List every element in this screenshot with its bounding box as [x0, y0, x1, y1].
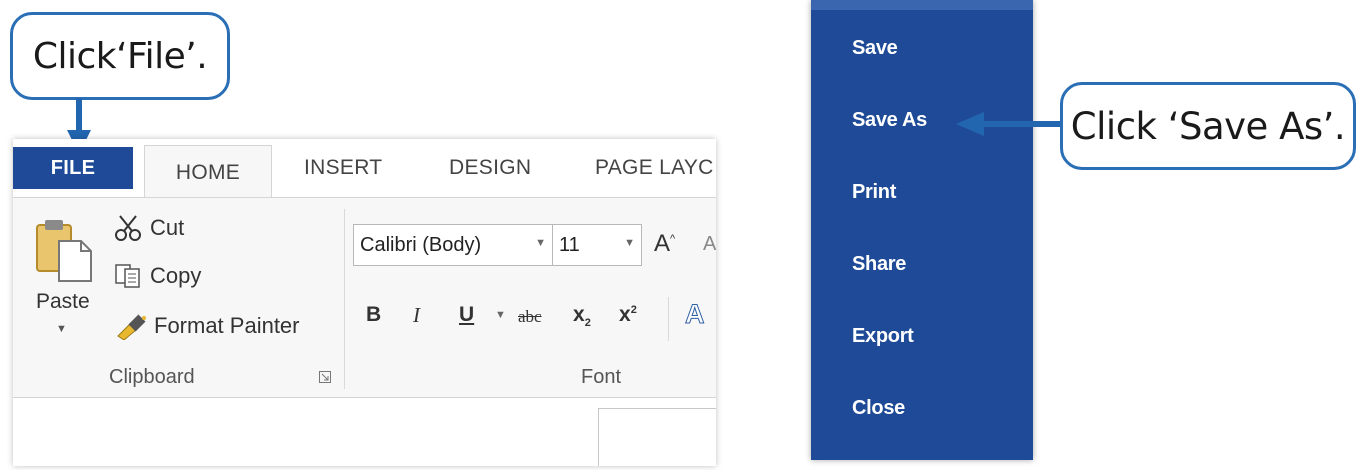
menu-item-export[interactable]: Export [852, 325, 914, 348]
tab-design[interactable]: DESIGN [449, 139, 531, 197]
group-divider [344, 209, 345, 389]
font-name-value: Calibri (Body) [360, 233, 482, 256]
tab-home[interactable]: HOME [144, 145, 272, 199]
cut-button[interactable]: Cut [114, 214, 184, 242]
italic-button[interactable]: I [413, 303, 420, 328]
grow-font-label: A [654, 230, 671, 257]
underline-button[interactable]: U [459, 303, 474, 327]
callout-click-file: Click‘File’. [10, 12, 230, 100]
superscript-button[interactable]: x2 [619, 303, 637, 327]
grow-font-button[interactable]: A^ [654, 230, 675, 258]
dropdown-arrow-icon: ▼ [535, 237, 546, 249]
dropdown-arrow-icon[interactable]: ▼ [56, 323, 67, 335]
scissors-icon [115, 215, 141, 241]
copy-button[interactable]: Copy [114, 263, 201, 289]
callout-click-save-as: Click ‘Save As’. [1060, 82, 1356, 170]
subscript-button[interactable]: x2 [573, 303, 591, 329]
tab-file[interactable]: FILE [13, 147, 133, 189]
menu-item-share[interactable]: Share [852, 253, 906, 276]
callout-file-text: Click‘File’. [32, 35, 208, 77]
ribbon-tab-bar: FILE HOME INSERT DESIGN PAGE LAYC [13, 139, 716, 199]
word-ribbon: FILE HOME INSERT DESIGN PAGE LAYC Paste … [13, 139, 716, 466]
format-painter-icon [117, 314, 146, 340]
tab-insert[interactable]: INSERT [304, 139, 382, 197]
document-page [598, 408, 716, 466]
arrow-to-save-as-icon [956, 112, 1062, 136]
dropdown-arrow-icon[interactable]: ▼ [495, 309, 506, 321]
dialog-launcher-icon[interactable] [319, 371, 331, 383]
bold-button[interactable]: B [366, 303, 381, 327]
copy-icon [115, 264, 140, 288]
paste-icon[interactable] [35, 217, 93, 283]
shrink-font-button[interactable]: A [703, 233, 716, 256]
cut-label: Cut [150, 215, 185, 240]
copy-label: Copy [150, 263, 202, 288]
format-painter-label: Format Painter [154, 313, 300, 338]
text-effects-button[interactable]: A [685, 299, 705, 330]
tab-page-layout[interactable]: PAGE LAYC [595, 139, 714, 197]
subscript-label: x [573, 303, 585, 326]
format-painter-button[interactable]: Format Painter [114, 312, 300, 340]
menu-item-print[interactable]: Print [852, 181, 896, 204]
superscript-label: x [619, 303, 631, 326]
dropdown-arrow-icon: ▼ [624, 237, 635, 249]
font-size-dropdown[interactable]: 11 ▼ [552, 224, 642, 266]
strikethrough-button[interactable]: abc [518, 307, 542, 327]
callout-save-as-text: Click ‘Save As’. [1070, 104, 1346, 148]
font-group-label: Font [581, 366, 622, 388]
file-menu-panel: Save Save As Print Share Export Close [811, 0, 1033, 460]
menu-item-close[interactable]: Close [852, 397, 905, 420]
file-menu-top-strip [811, 0, 1033, 10]
menu-item-save-as[interactable]: Save As [852, 109, 927, 132]
menu-item-save[interactable]: Save [852, 37, 898, 60]
font-name-dropdown[interactable]: Calibri (Body) ▼ [353, 224, 553, 266]
clipboard-group-label: Clipboard [109, 366, 195, 388]
paste-button[interactable]: Paste [36, 290, 90, 314]
font-size-value: 11 [559, 233, 580, 256]
group-divider [668, 297, 669, 341]
